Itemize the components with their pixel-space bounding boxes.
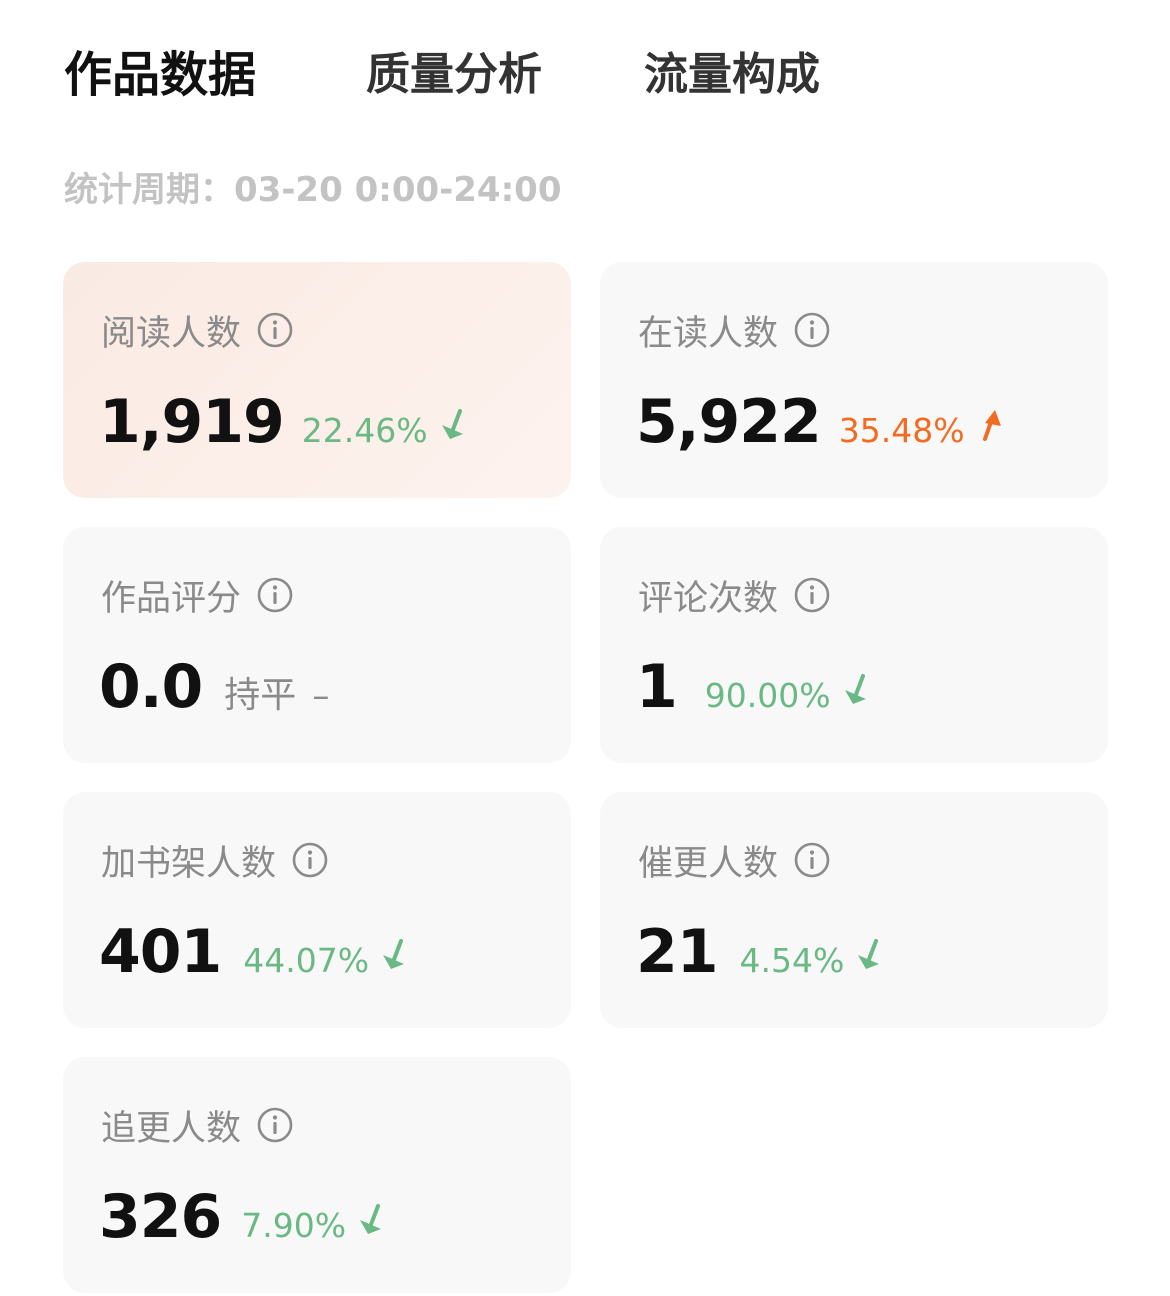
stat-change: 持平 — [224, 675, 297, 716]
arrow-down-icon — [379, 938, 409, 972]
arrow-down-icon — [854, 938, 884, 972]
work-data-page: 作品数据 质量分析 流量构成 统计周期：03-20 0:00-24:00 阅读人… — [0, 0, 1170, 1296]
stat-card-rating[interactable]: 作品评分 0.0 持平 – — [63, 527, 571, 763]
stat-card-bookshelf-adds[interactable]: 加书架人数 401 44.07% — [63, 792, 571, 1028]
stat-card-value-row: 1 90.00% — [636, 651, 871, 723]
stat-card-readers[interactable]: 阅读人数 1,919 22.46% — [63, 262, 571, 498]
arrow-down-icon — [438, 408, 468, 442]
stat-card-value-row: 0.0 持平 – — [99, 651, 329, 723]
stat-card-label: 作品评分 — [101, 578, 242, 619]
stat-card-value-row: 21 4.54% — [636, 916, 884, 988]
stat-value: 1 — [636, 652, 678, 722]
stat-change: 90.00% — [704, 676, 831, 715]
tab-bar: 作品数据 质量分析 流量构成 — [64, 40, 820, 110]
flat-dash-icon: – — [312, 676, 330, 716]
stat-change: 7.90% — [241, 1206, 347, 1245]
stat-card-update-urges[interactable]: 催更人数 21 4.54% — [600, 792, 1108, 1028]
stat-card-header: 作品评分 — [101, 571, 293, 619]
tab-traffic-composition[interactable]: 流量构成 — [644, 42, 820, 108]
stat-change: 44.07% — [243, 941, 370, 980]
stat-card-header: 追更人数 — [101, 1101, 293, 1149]
stat-value: 21 — [636, 917, 718, 987]
stat-card-value-row: 5,922 35.48% — [636, 386, 1005, 458]
stat-change: 35.48% — [838, 411, 965, 450]
stat-card-active-readers[interactable]: 在读人数 5,922 35.48% — [600, 262, 1108, 498]
info-icon[interactable] — [292, 842, 328, 878]
stat-card-header: 在读人数 — [638, 306, 830, 354]
arrow-down-icon — [841, 673, 871, 707]
stat-card-value-row: 326 7.90% — [99, 1181, 386, 1253]
stat-card-header: 阅读人数 — [101, 306, 293, 354]
stat-value: 401 — [99, 917, 222, 987]
stat-card-label: 阅读人数 — [101, 313, 242, 354]
info-icon[interactable] — [794, 842, 830, 878]
stat-change: 4.54% — [739, 941, 845, 980]
tab-work-data[interactable]: 作品数据 — [64, 42, 366, 108]
stat-card-label: 评论次数 — [638, 578, 779, 619]
tab-quality-analysis[interactable]: 质量分析 — [366, 42, 644, 108]
stat-card-label: 催更人数 — [638, 843, 779, 884]
arrow-down-icon — [356, 1203, 386, 1237]
arrow-up-icon — [975, 408, 1005, 442]
stat-card-label: 加书架人数 — [101, 843, 277, 884]
stat-value: 0.0 — [99, 652, 203, 722]
stat-period: 统计周期：03-20 0:00-24:00 — [64, 170, 562, 210]
stat-card-header: 催更人数 — [638, 836, 830, 884]
stat-value: 5,922 — [636, 387, 822, 457]
info-icon[interactable] — [257, 1107, 293, 1143]
info-icon[interactable] — [794, 312, 830, 348]
stat-card-header: 加书架人数 — [101, 836, 328, 884]
stat-card-followers[interactable]: 追更人数 326 7.90% — [63, 1057, 571, 1293]
stat-change: 22.46% — [301, 411, 428, 450]
stat-card-label: 在读人数 — [638, 313, 779, 354]
stat-value: 326 — [99, 1182, 222, 1252]
stat-card-header: 评论次数 — [638, 571, 830, 619]
stat-card-comments[interactable]: 评论次数 1 90.00% — [600, 527, 1108, 763]
stat-card-label: 追更人数 — [101, 1108, 242, 1149]
info-icon[interactable] — [257, 312, 293, 348]
stat-card-value-row: 1,919 22.46% — [99, 386, 468, 458]
stat-value: 1,919 — [99, 387, 285, 457]
info-icon[interactable] — [257, 577, 293, 613]
stat-card-value-row: 401 44.07% — [99, 916, 409, 988]
info-icon[interactable] — [794, 577, 830, 613]
